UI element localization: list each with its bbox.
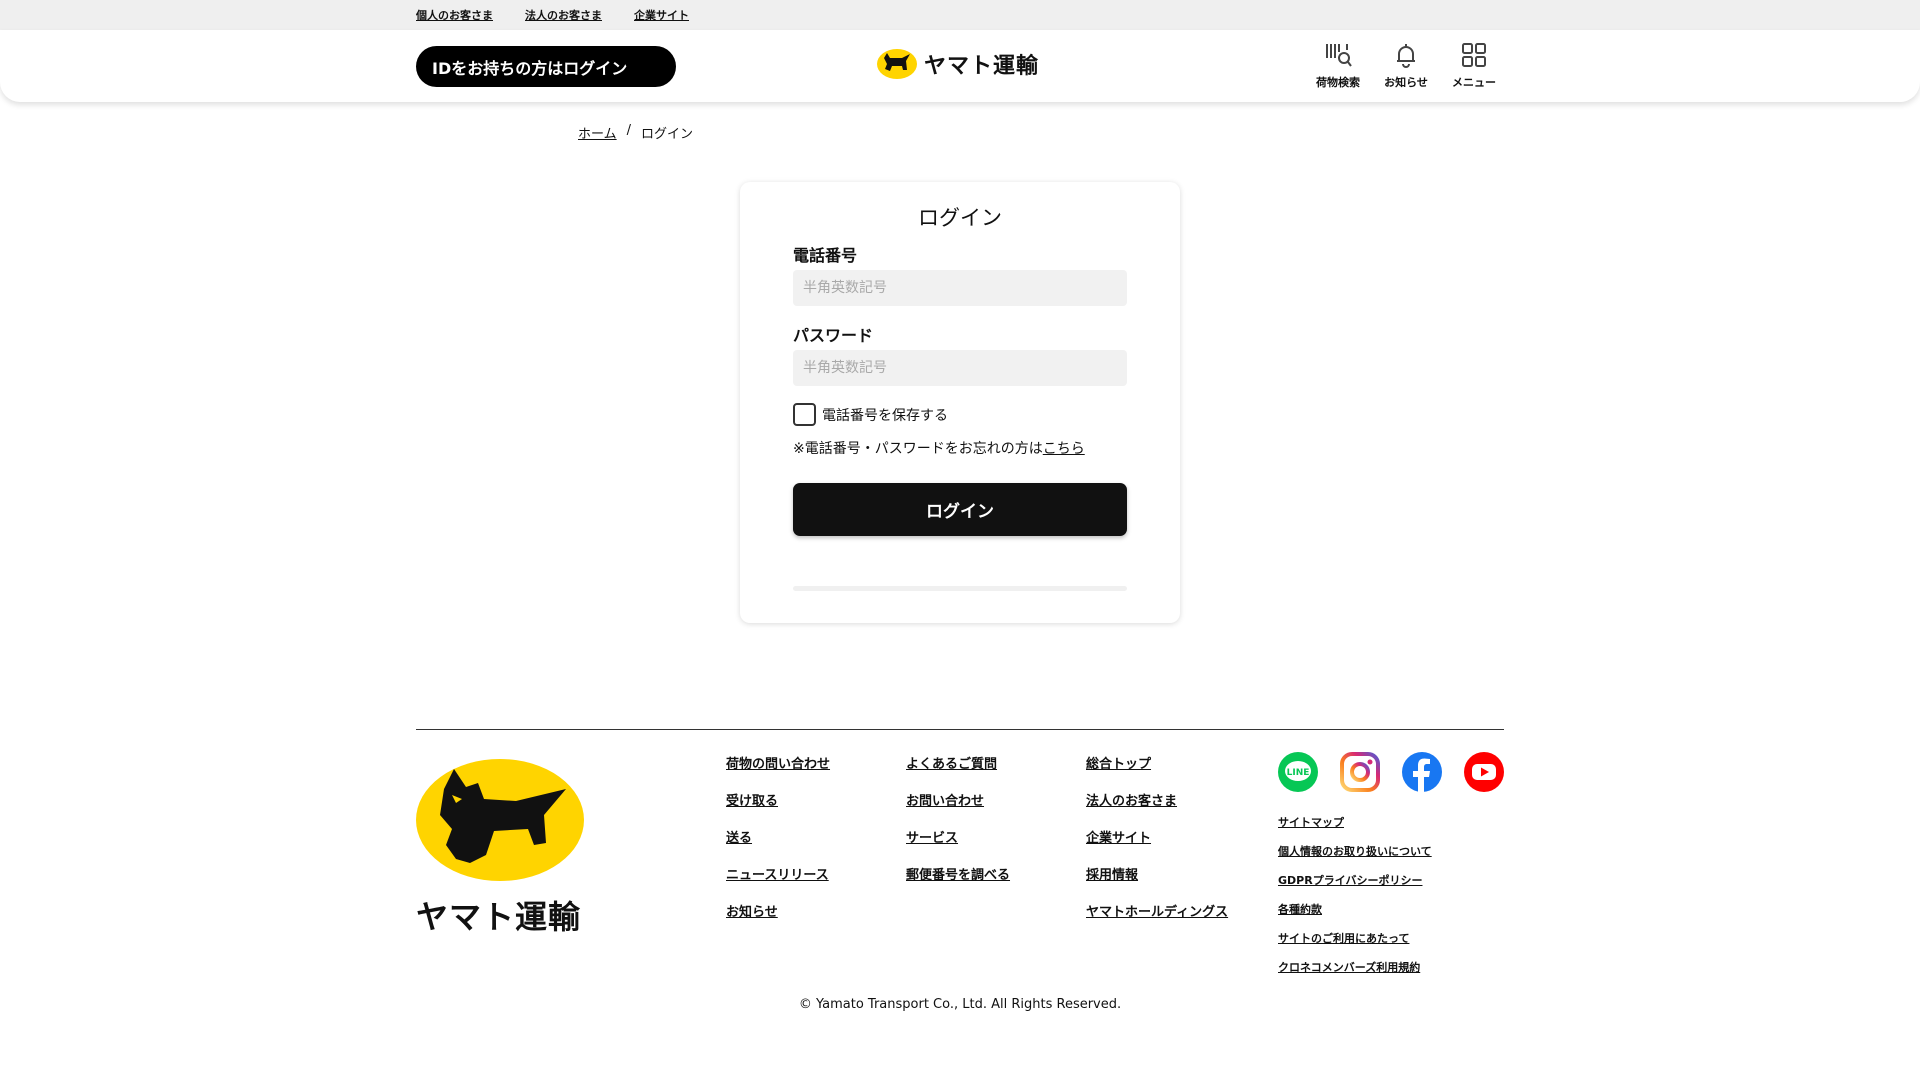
line-icon[interactable]: LINE: [1278, 752, 1318, 792]
nav-package-search[interactable]: 荷物検索: [1316, 40, 1360, 90]
breadcrumb-separator: /: [626, 123, 632, 138]
breadcrumb-home[interactable]: ホーム: [578, 123, 617, 142]
footer-link[interactable]: よくあるご質問: [906, 756, 1010, 773]
legal-link[interactable]: クロネコメンバーズ利用規約: [1278, 960, 1432, 975]
footer-link[interactable]: お問い合わせ: [906, 793, 1010, 810]
brand-name: ヤマト運輸: [924, 54, 1040, 79]
youtube-icon[interactable]: [1464, 752, 1504, 792]
legal-link[interactable]: サイトマップ: [1278, 815, 1432, 830]
copyright: © Yamato Transport Co., Ltd. All Rights …: [798, 997, 1122, 1012]
footer-link[interactable]: 総合トップ: [1086, 756, 1228, 773]
card-divider: [793, 586, 1127, 591]
footer-link[interactable]: 法人のお客さま: [1086, 793, 1228, 810]
phone-label: 電話番号: [793, 246, 858, 265]
facebook-icon[interactable]: [1402, 752, 1442, 792]
forgot-credentials: ※電話番号・パスワードをお忘れの方はこちら: [793, 438, 1085, 458]
util-link-business[interactable]: 法人のお客さま: [525, 7, 602, 23]
footer-link[interactable]: ヤマトホールディングス: [1086, 904, 1228, 921]
svg-text:LINE: LINE: [1287, 768, 1310, 778]
breadcrumb: ホーム / ログイン: [578, 123, 693, 142]
login-title: ログイン: [918, 206, 1002, 230]
password-input[interactable]: [793, 350, 1127, 386]
instagram-icon[interactable]: [1340, 752, 1380, 792]
legal-links: サイトマップ 個人情報のお取り扱いについて GDPRプライバシーポリシー 各種約…: [1278, 815, 1432, 975]
legal-link[interactable]: 各種約款: [1278, 902, 1432, 917]
footer-col-1: 荷物の問い合わせ 受け取る 送る ニュースリリース お知らせ: [726, 756, 830, 921]
password-label: パスワード: [793, 326, 874, 345]
breadcrumb-current: ログイン: [641, 127, 694, 142]
footer-col-2: よくあるご質問 お問い合わせ サービス 郵便番号を調べる: [906, 756, 1010, 884]
black-cat-logo-icon: [877, 49, 917, 79]
footer-divider: [416, 729, 1504, 730]
id-login-button[interactable]: IDをお持ちの方はログイン: [416, 46, 676, 87]
footer-col-3: 総合トップ 法人のお客さま 企業サイト 採用情報 ヤマトホールディングス: [1086, 756, 1228, 921]
login-card: ログイン 電話番号 パスワード 電話番号を保存する ※電話番号・パスワードをお忘…: [740, 182, 1180, 623]
social-links: LINE: [1278, 752, 1504, 792]
brand-logo[interactable]: ヤマト運輸: [876, 48, 1039, 80]
bell-icon: [1397, 44, 1415, 68]
remember-phone-label: 電話番号を保存する: [822, 407, 948, 424]
footer-link[interactable]: サービス: [906, 830, 1010, 847]
login-button[interactable]: ログイン: [793, 483, 1127, 536]
footer-link[interactable]: ニュースリリース: [726, 867, 830, 884]
header-nav: 荷物検索 お知らせ メニュー: [1316, 40, 1496, 90]
forgot-link[interactable]: こちら: [1043, 441, 1085, 457]
nav-menu-label: メニュー: [1452, 76, 1496, 89]
nav-package-search-label: 荷物検索: [1316, 76, 1360, 89]
remember-phone[interactable]: 電話番号を保存する: [793, 403, 948, 426]
footer-brand-name: ヤマト運輸: [416, 898, 582, 936]
legal-link[interactable]: サイトのご利用にあたって: [1278, 931, 1432, 946]
footer-link[interactable]: 荷物の問い合わせ: [726, 756, 830, 773]
util-link-corporate[interactable]: 企業サイト: [634, 7, 689, 23]
nav-notices-label: お知らせ: [1384, 76, 1428, 89]
footer-link[interactable]: 企業サイト: [1086, 830, 1228, 847]
utility-bar: 個人のお客さま 法人のお客さま 企業サイト: [0, 0, 1920, 30]
util-link-personal[interactable]: 個人のお客さま: [416, 7, 493, 23]
legal-link[interactable]: 個人情報のお取り扱いについて: [1278, 844, 1432, 859]
site-header: IDをお持ちの方はログイン ヤマト運輸 荷物検索 お知らせ メニュー: [0, 30, 1920, 102]
nav-menu[interactable]: メニュー: [1452, 40, 1496, 90]
grid-menu-icon: [1462, 43, 1486, 67]
package-search-icon: [1326, 44, 1352, 67]
phone-input[interactable]: [793, 270, 1127, 306]
footer-link[interactable]: 送る: [726, 830, 830, 847]
footer-link[interactable]: 採用情報: [1086, 867, 1228, 884]
nav-notices[interactable]: お知らせ: [1384, 40, 1428, 90]
legal-link[interactable]: GDPRプライバシーポリシー: [1278, 873, 1432, 888]
forgot-text: ※電話番号・パスワードをお忘れの方は: [793, 441, 1043, 457]
utility-links: 個人のお客さま 法人のお客さま 企業サイト: [416, 7, 689, 23]
footer-link[interactable]: 郵便番号を調べる: [906, 867, 1010, 884]
remember-phone-checkbox[interactable]: [793, 403, 816, 426]
footer-link[interactable]: 受け取る: [726, 793, 830, 810]
footer-link[interactable]: お知らせ: [726, 904, 830, 921]
footer-black-cat-logo-icon[interactable]: [416, 759, 584, 881]
